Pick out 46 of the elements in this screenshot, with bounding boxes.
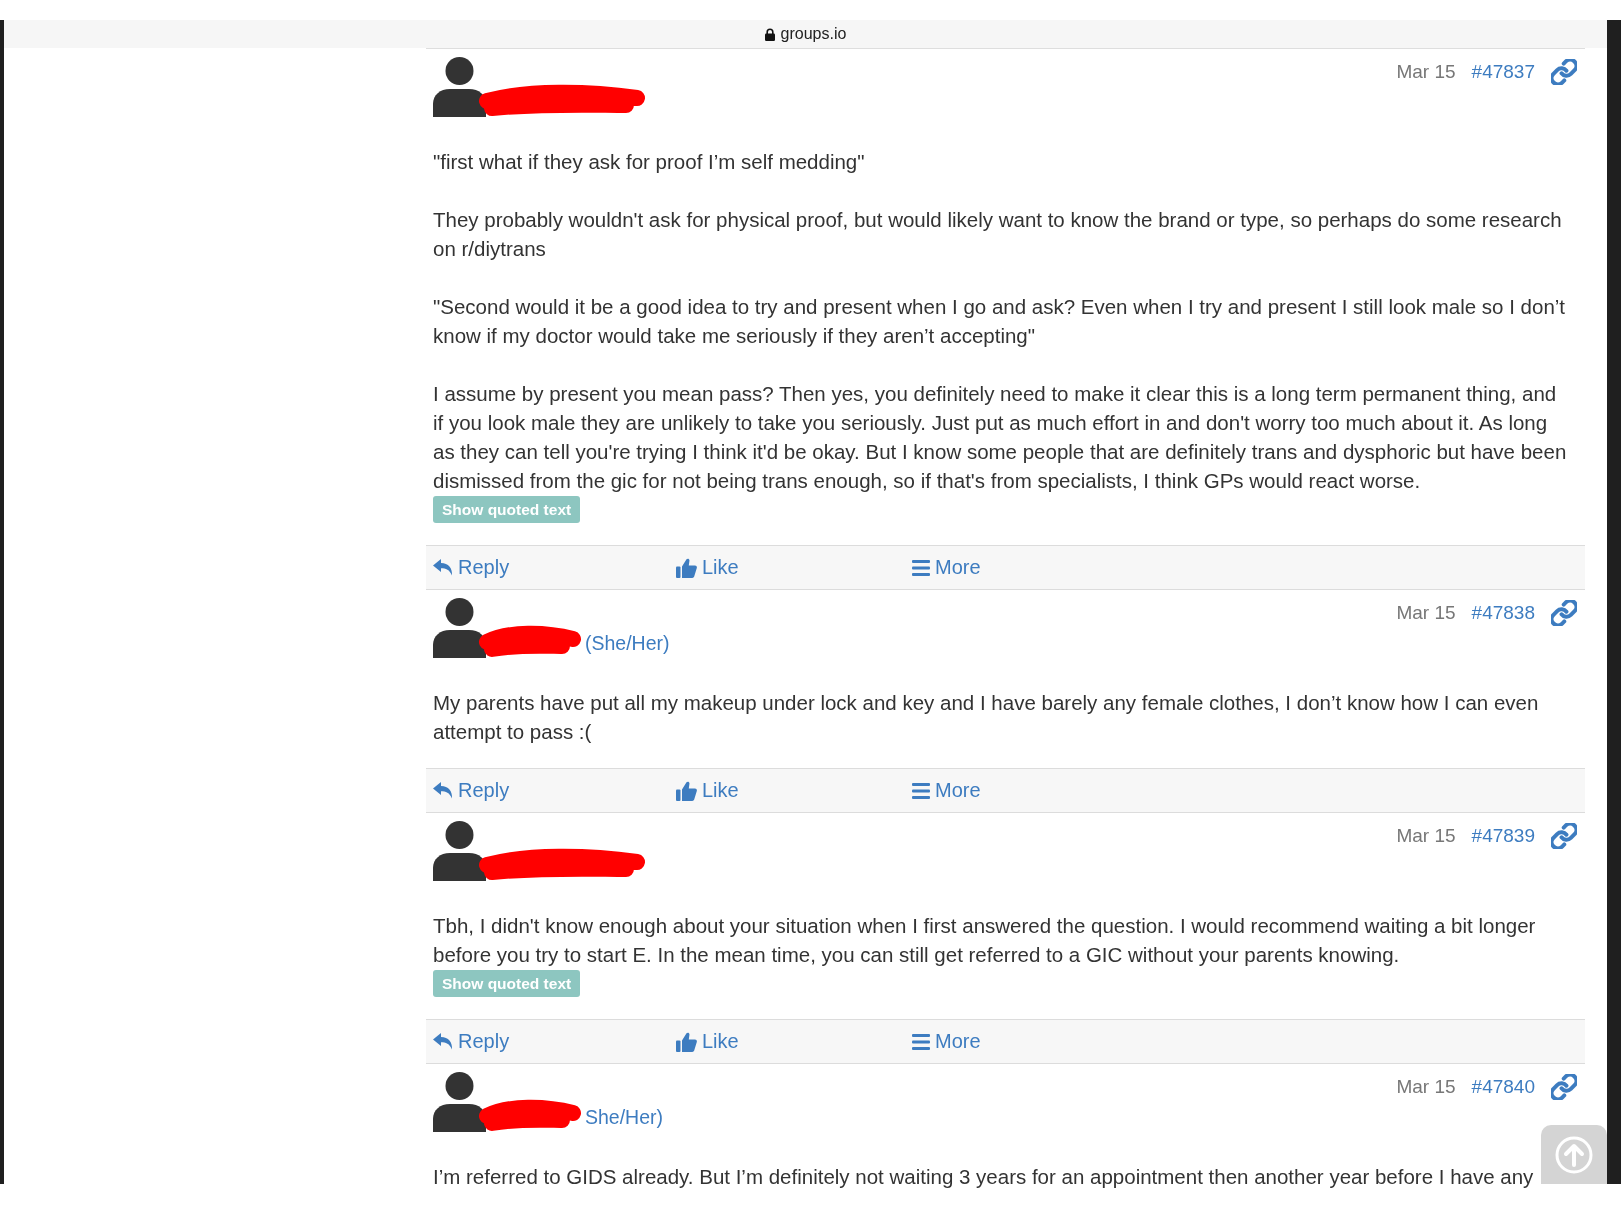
link-icon[interactable] bbox=[1551, 599, 1577, 626]
author-pronouns[interactable]: (She/Her) bbox=[585, 629, 670, 658]
thumbs-up-icon bbox=[676, 780, 697, 801]
link-icon[interactable] bbox=[1551, 1073, 1577, 1100]
post-date: Mar 15 bbox=[1396, 60, 1456, 83]
reply-icon bbox=[433, 1033, 453, 1050]
message-number-link[interactable]: #47837 bbox=[1471, 60, 1535, 83]
person-silhouette-icon bbox=[433, 821, 486, 881]
reply-icon bbox=[433, 559, 453, 576]
thumbs-up-icon bbox=[676, 1031, 697, 1052]
person-silhouette-icon bbox=[433, 598, 486, 658]
like-button[interactable]: Like bbox=[676, 1030, 739, 1053]
link-icon[interactable] bbox=[1551, 58, 1577, 85]
like-button[interactable]: Like bbox=[676, 556, 739, 579]
more-button[interactable]: More bbox=[912, 1030, 981, 1053]
author-pronouns[interactable]: She/Her) bbox=[585, 1103, 664, 1132]
post-paragraph: Tbh, I didn't know enough about your situation when I first answered the question. I would recommend waiting a bit longer before you try to start E. In the mean time, you can still get referred to a GIC without your parents knowing. bbox=[433, 913, 1537, 968]
menu-icon bbox=[912, 1033, 930, 1050]
message-number-link[interactable]: #47839 bbox=[1471, 824, 1535, 847]
person-silhouette-icon bbox=[433, 57, 486, 117]
post-paragraph: They probably wouldn't ask for physical proof, but would likely want to know the brand or type, so perhaps do some research on r/diytrans bbox=[433, 207, 1563, 262]
post-date: Mar 15 bbox=[1396, 1075, 1456, 1098]
arrow-up-circle-icon bbox=[1555, 1135, 1593, 1174]
post-paragraph: My parents have put all my makeup under lock and key and I have barely any female clothes, I don’t know how I can even attempt to pass :( bbox=[433, 690, 1540, 745]
post-paragraph: I assume by present you mean pass? Then yes, you definitely need to make it clear this is a long term permanent thing, and if you look male they are unlikely to take you seriously. Just put as much effort in and don't worry too much about it. As long as they can tell you're trying I think it'd be okay. But I know some people that are definitely trans and dysphoric but have been dismissed from the gic for not being trans enough, so if that's from specialists, I think GPs would react worse. bbox=[433, 381, 1568, 494]
post-date: Mar 15 bbox=[1396, 824, 1456, 847]
menu-icon bbox=[912, 559, 930, 576]
reply-button[interactable]: Reply bbox=[433, 1030, 510, 1053]
reply-icon bbox=[433, 782, 453, 799]
thumbs-up-icon bbox=[676, 557, 697, 578]
menu-icon bbox=[912, 782, 930, 799]
reply-button[interactable]: Reply bbox=[433, 556, 510, 579]
post-paragraph: "first what if they ask for proof I’m self medding" bbox=[433, 149, 866, 175]
message-number-link[interactable]: #47838 bbox=[1471, 601, 1535, 624]
post-paragraph: "Second would it be a good idea to try and present when I go and ask? Even when I try and present I still look male so I don’t know if my doctor would take me seriously if they aren’t accepting" bbox=[433, 294, 1567, 349]
post-paragraph: I’m referred to GIDS already. But I’m definitely not waiting 3 years for an appointment then another year before I have any bbox=[433, 1164, 1535, 1190]
lock-icon bbox=[764, 27, 775, 41]
link-icon[interactable] bbox=[1551, 822, 1577, 849]
more-button[interactable]: More bbox=[912, 556, 981, 579]
message-number-link[interactable]: #47840 bbox=[1471, 1075, 1535, 1098]
like-button[interactable]: Like bbox=[676, 779, 739, 802]
person-silhouette-icon bbox=[433, 1072, 486, 1132]
post-date: Mar 15 bbox=[1396, 601, 1456, 624]
more-button[interactable]: More bbox=[912, 779, 981, 802]
reply-button[interactable]: Reply bbox=[433, 779, 510, 802]
domain-text: groups.io bbox=[780, 25, 847, 43]
